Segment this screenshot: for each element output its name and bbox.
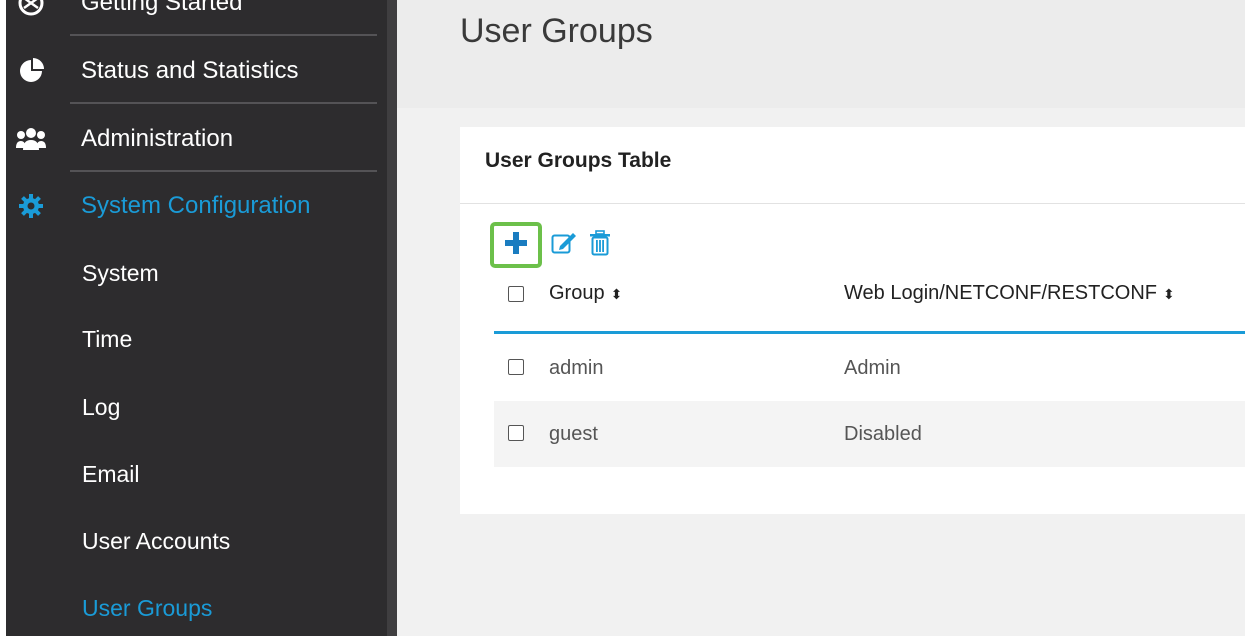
sidebar-item-label: Status and Statistics — [81, 57, 299, 84]
panel-title: User Groups Table — [485, 149, 672, 172]
sidebar-item-label: Administration — [81, 125, 234, 152]
cell-group: guest — [549, 423, 598, 445]
table-header-row: Group ⬍ Web Login/NETCONF/RESTCONF ⬍ — [494, 272, 1245, 332]
select-all-checkbox[interactable] — [508, 286, 524, 302]
column-header-web-login[interactable]: Web Login/NETCONF/RESTCONF ⬍ — [844, 282, 1175, 305]
table-row[interactable]: guest Disabled — [494, 401, 1245, 467]
panel-divider — [460, 203, 1245, 204]
table-toolbar — [490, 222, 614, 268]
sidebar-item-administration[interactable]: Administration — [6, 106, 377, 172]
main-content: User Groups User Groups Table Group ⬍ We… — [397, 0, 1245, 636]
sidebar-item-system-configuration[interactable]: System Configuration — [6, 173, 377, 239]
gear-icon — [6, 173, 56, 239]
row-checkbox[interactable] — [508, 359, 524, 375]
column-header-group[interactable]: Group ⬍ — [549, 282, 622, 305]
sidebar-subitem-system[interactable]: System — [82, 240, 159, 306]
trash-icon — [589, 229, 611, 261]
sidebar-subitem-user-accounts[interactable]: User Accounts — [82, 508, 230, 574]
edit-button[interactable] — [550, 223, 578, 267]
table-row[interactable]: admin Admin — [494, 335, 1245, 401]
sidebar-subitem-time[interactable]: Time — [82, 306, 132, 372]
users-icon — [6, 106, 56, 172]
add-button[interactable] — [490, 222, 542, 268]
page-title: User Groups — [460, 12, 653, 50]
getting-started-icon — [6, 0, 56, 36]
header-underline — [494, 331, 1245, 334]
sidebar-subitem-user-groups[interactable]: User Groups — [82, 575, 212, 636]
sidebar-subitem-log[interactable]: Log — [82, 374, 120, 440]
sort-icon: ⬍ — [610, 286, 623, 302]
delete-button[interactable] — [586, 223, 614, 267]
user-groups-panel: User Groups Table Group ⬍ Web Login/NETC… — [460, 127, 1245, 514]
sidebar: Getting Started Status and Statistics Ad… — [0, 0, 397, 636]
row-checkbox[interactable] — [508, 425, 524, 441]
cell-web-login: Disabled — [844, 423, 922, 445]
sort-icon: ⬍ — [1163, 286, 1175, 302]
edit-icon — [551, 231, 577, 260]
sidebar-item-label: System Configuration — [81, 192, 311, 219]
cell-web-login: Admin — [844, 357, 901, 379]
sidebar-item-label: Getting Started — [81, 0, 243, 16]
plus-icon — [504, 231, 528, 260]
column-header-label: Web Login/NETCONF/RESTCONF — [844, 282, 1158, 304]
cell-group: admin — [549, 357, 604, 379]
pie-chart-icon — [6, 38, 56, 104]
sidebar-item-getting-started[interactable]: Getting Started — [6, 0, 377, 36]
column-header-label: Group — [549, 282, 605, 304]
sidebar-subitem-email[interactable]: Email — [82, 441, 140, 507]
sidebar-item-status-and-statistics[interactable]: Status and Statistics — [6, 38, 377, 104]
